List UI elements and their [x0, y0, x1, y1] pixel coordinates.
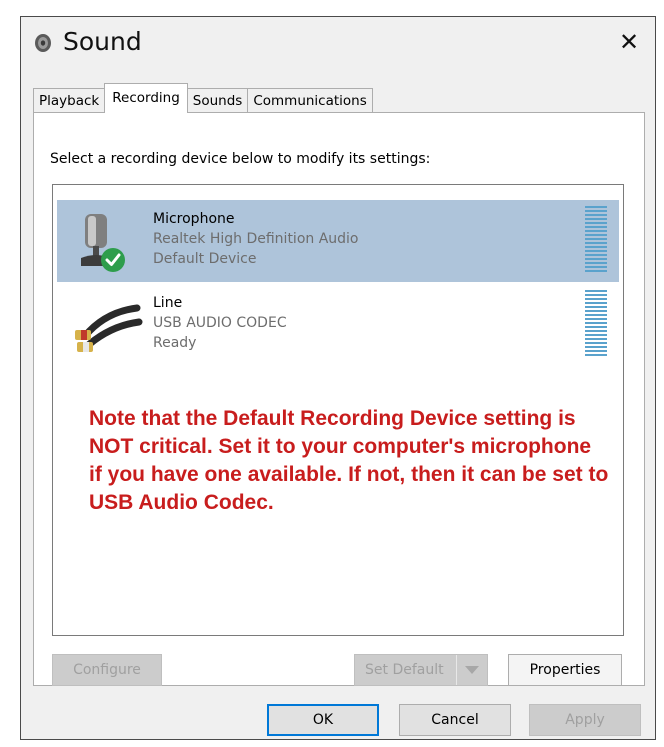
rca-cable-icon — [75, 292, 145, 362]
device-microphone[interactable]: Microphone Realtek High Definition Audio… — [57, 200, 619, 282]
device-driver: Realtek High Definition Audio — [153, 231, 359, 247]
level-meter — [585, 290, 607, 358]
apply-button[interactable]: Apply — [529, 704, 641, 736]
tab-strip: Playback Recording Sounds Communications — [33, 83, 373, 113]
ok-button[interactable]: OK — [267, 704, 379, 736]
device-list[interactable]: Microphone Realtek High Definition Audio… — [52, 184, 624, 636]
device-driver: USB AUDIO CODEC — [153, 315, 287, 331]
device-status: Ready — [153, 335, 197, 351]
device-status: Default Device — [153, 251, 257, 267]
close-icon: ✕ — [618, 28, 640, 56]
tab-communications[interactable]: Communications — [247, 88, 373, 113]
speaker-icon — [33, 33, 53, 53]
device-name: Microphone — [153, 211, 235, 227]
properties-button[interactable]: Properties — [508, 654, 622, 686]
recording-panel: Select a recording device below to modif… — [33, 112, 645, 686]
annotation-note: Note that the Default Recording Device s… — [89, 407, 609, 514]
window-title: Sound — [63, 27, 142, 56]
default-check-icon — [101, 248, 125, 272]
microphone-icon — [75, 208, 145, 278]
close-button[interactable]: ✕ — [611, 25, 647, 59]
configure-button[interactable]: Configure — [52, 654, 162, 686]
tab-playback[interactable]: Playback — [33, 88, 106, 113]
device-line[interactable]: Line USB AUDIO CODEC Ready — [57, 284, 619, 366]
cancel-button[interactable]: Cancel — [399, 704, 511, 736]
device-name: Line — [153, 295, 183, 311]
set-default-button[interactable]: Set Default — [354, 654, 488, 686]
chevron-down-icon[interactable] — [456, 655, 487, 685]
tab-recording[interactable]: Recording — [104, 83, 188, 113]
level-meter — [585, 206, 607, 274]
tab-sounds[interactable]: Sounds — [186, 88, 249, 113]
sound-dialog: Sound ✕ Playback Recording Sounds Commun… — [20, 16, 656, 740]
title-bar[interactable]: Sound ✕ — [21, 17, 655, 69]
set-default-label: Set Default — [365, 662, 444, 678]
instruction-text: Select a recording device below to modif… — [50, 151, 431, 167]
